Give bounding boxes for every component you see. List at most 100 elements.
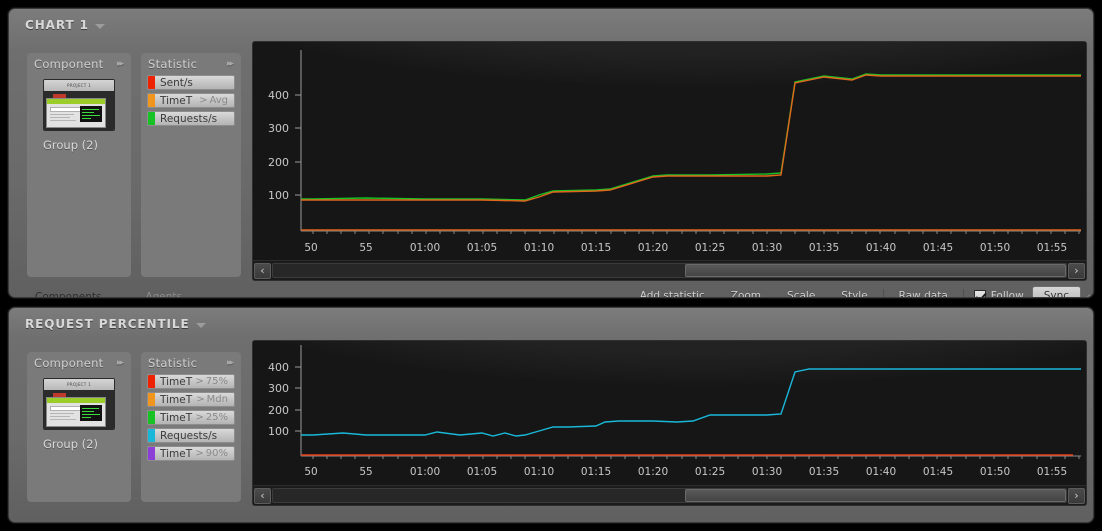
svg-text:55: 55 bbox=[359, 466, 372, 478]
scroll-right-button[interactable]: › bbox=[1068, 262, 1085, 279]
statistic-item[interactable]: TimeT >75% bbox=[147, 374, 235, 389]
plot-panel-1[interactable]: 400 300 200 100 50 55 01:00 01:05 01:10 … bbox=[253, 42, 1086, 261]
thumbnail-inner-window bbox=[46, 98, 106, 128]
plot-svg-2: 400 300 200 100 50 55 01:00 01:05 01:10 … bbox=[268, 345, 1081, 478]
statistic-item[interactable]: TimeT > Mdn bbox=[147, 392, 235, 407]
scroll-track[interactable] bbox=[272, 263, 1067, 278]
statistic-item[interactable]: TimeT >90% bbox=[147, 446, 235, 461]
tab-agents[interactable]: Agents bbox=[145, 291, 182, 297]
chart-panel-1: CHART 1 Component ▸▸ PROJECT 1 Group (2)… bbox=[8, 8, 1094, 298]
panel-1-tabs: Components Agents bbox=[27, 287, 241, 297]
statistic-qualifier: >75% bbox=[195, 376, 228, 387]
sync-button[interactable]: Sync bbox=[1031, 286, 1081, 297]
svg-text:01:00: 01:00 bbox=[410, 242, 440, 254]
component-group-label: Group (2) bbox=[43, 437, 98, 451]
statistic-color-swatch bbox=[148, 112, 155, 125]
tab-components[interactable]: Components bbox=[35, 291, 101, 297]
statistic-name: Sent/s bbox=[160, 76, 193, 89]
svg-text:01:50: 01:50 bbox=[980, 242, 1010, 254]
statistic-item[interactable]: Requests/s bbox=[147, 428, 235, 443]
scroll-left-button[interactable]: ‹ bbox=[254, 487, 271, 504]
statistic-name: TimeT bbox=[160, 375, 193, 388]
component-header-label: Component bbox=[34, 356, 104, 370]
component-list-panel-1: Component ▸▸ PROJECT 1 Group (2) bbox=[27, 53, 131, 277]
resize-grip[interactable] bbox=[1079, 291, 1091, 297]
statistic-qualifier: >90% bbox=[195, 448, 228, 459]
component-thumbnail[interactable]: PROJECT 1 bbox=[43, 378, 115, 430]
double-chevron-right-icon[interactable]: ▸▸ bbox=[227, 358, 234, 368]
statistic-header-label: Statistic bbox=[148, 57, 198, 71]
component-thumbnail-wrap[interactable]: PROJECT 1 Group (2) bbox=[43, 378, 115, 451]
thumbnail-input-field bbox=[50, 107, 82, 112]
thumbnail-inner-window bbox=[46, 397, 106, 427]
statistic-list-panel-1: Statistic ▸▸ Sent/s TimeT > Avg Requests/… bbox=[141, 53, 241, 277]
thumbnail-text-line bbox=[50, 114, 74, 115]
scroll-thumb[interactable] bbox=[685, 264, 1066, 277]
follow-label[interactable]: Follow bbox=[991, 290, 1032, 297]
style-button[interactable]: Style bbox=[828, 290, 880, 297]
toolbar-divider bbox=[962, 288, 964, 297]
svg-text:300: 300 bbox=[268, 382, 289, 395]
statistic-header-label: Statistic bbox=[148, 356, 198, 370]
svg-text:01:25: 01:25 bbox=[695, 466, 725, 478]
statistic-item[interactable]: Requests/s bbox=[147, 111, 235, 126]
statistic-color-swatch bbox=[148, 429, 155, 442]
thumbnail-text-line bbox=[50, 120, 76, 121]
statistic-color-swatch bbox=[148, 447, 155, 460]
panel-1-title[interactable]: CHART 1 bbox=[25, 18, 105, 32]
svg-text:01:40: 01:40 bbox=[866, 466, 896, 478]
svg-text:01:35: 01:35 bbox=[809, 242, 839, 254]
follow-checkbox[interactable] bbox=[973, 290, 986, 297]
statistic-list-panel-2: Statistic ▸▸ TimeT >75% TimeT > Mdn TimeT bbox=[141, 352, 241, 502]
scroll-right-button[interactable]: › bbox=[1068, 487, 1085, 504]
component-list-header: Component ▸▸ bbox=[27, 352, 131, 372]
horizontal-scrollbar-panel-2[interactable]: ‹ › bbox=[253, 485, 1086, 505]
thumbnail-green-header bbox=[47, 398, 105, 403]
panel-1-toolbar: Add statistic Zoom Scale Style Raw data … bbox=[627, 285, 1081, 297]
svg-text:01:55: 01:55 bbox=[1037, 466, 1067, 478]
thumbnail-green-header bbox=[47, 99, 105, 104]
panel-2-title[interactable]: REQUEST PERCENTILE bbox=[25, 317, 206, 331]
panel-2-title-text: REQUEST PERCENTILE bbox=[25, 317, 190, 331]
statistic-item[interactable]: Sent/s bbox=[147, 75, 235, 90]
statistic-name: TimeT bbox=[160, 94, 193, 107]
statistic-item[interactable]: TimeT > Avg bbox=[147, 93, 235, 108]
statistic-list-header: Statistic ▸▸ bbox=[141, 53, 241, 73]
svg-text:01:20: 01:20 bbox=[638, 242, 668, 254]
plot-panel-2[interactable]: 400 300 200 100 50 55 01:00 01:05 01:10 … bbox=[253, 341, 1086, 486]
double-chevron-right-icon[interactable]: ▸▸ bbox=[117, 358, 124, 368]
zoom-button[interactable]: Zoom bbox=[718, 290, 774, 297]
horizontal-scrollbar-panel-1[interactable]: ‹ › bbox=[253, 260, 1086, 280]
raw-data-button[interactable]: Raw data bbox=[886, 290, 961, 297]
double-chevron-right-icon[interactable]: ▸▸ bbox=[227, 59, 234, 69]
scroll-left-button[interactable]: ‹ bbox=[254, 262, 271, 279]
component-thumbnail-wrap[interactable]: PROJECT 1 Group (2) bbox=[43, 79, 115, 152]
scroll-track[interactable] bbox=[272, 488, 1067, 503]
thumbnail-terminal bbox=[80, 405, 102, 421]
plot-svg-1: 400 300 200 100 50 55 01:00 01:05 01:10 … bbox=[268, 50, 1081, 254]
svg-text:01:10: 01:10 bbox=[524, 466, 554, 478]
thumbnail-terminal bbox=[80, 106, 102, 122]
scale-button[interactable]: Scale bbox=[774, 290, 828, 297]
add-statistic-button[interactable]: Add statistic bbox=[627, 290, 718, 297]
svg-text:01:25: 01:25 bbox=[695, 242, 725, 254]
svg-text:01:00: 01:00 bbox=[410, 466, 440, 478]
chevron-down-icon[interactable] bbox=[94, 23, 105, 29]
statistic-name: Requests/s bbox=[160, 112, 218, 125]
chevron-down-icon[interactable] bbox=[195, 322, 206, 328]
component-thumbnail[interactable]: PROJECT 1 bbox=[43, 79, 115, 131]
svg-text:01:35: 01:35 bbox=[809, 466, 839, 478]
double-chevron-right-icon[interactable]: ▸▸ bbox=[117, 59, 124, 69]
thumbnail-text-line bbox=[50, 416, 70, 417]
thumbnail-text-line bbox=[50, 419, 76, 420]
statistic-item[interactable]: TimeT >25% bbox=[147, 410, 235, 425]
toolbar-divider bbox=[882, 288, 884, 297]
statistic-qualifier: >25% bbox=[195, 412, 228, 423]
scroll-thumb[interactable] bbox=[685, 489, 1066, 502]
component-list-header: Component ▸▸ bbox=[27, 53, 131, 73]
panel-1-title-text: CHART 1 bbox=[25, 18, 89, 32]
svg-text:400: 400 bbox=[268, 89, 289, 102]
svg-text:01:05: 01:05 bbox=[467, 242, 497, 254]
component-header-label: Component bbox=[34, 57, 104, 71]
svg-text:400: 400 bbox=[268, 361, 289, 374]
